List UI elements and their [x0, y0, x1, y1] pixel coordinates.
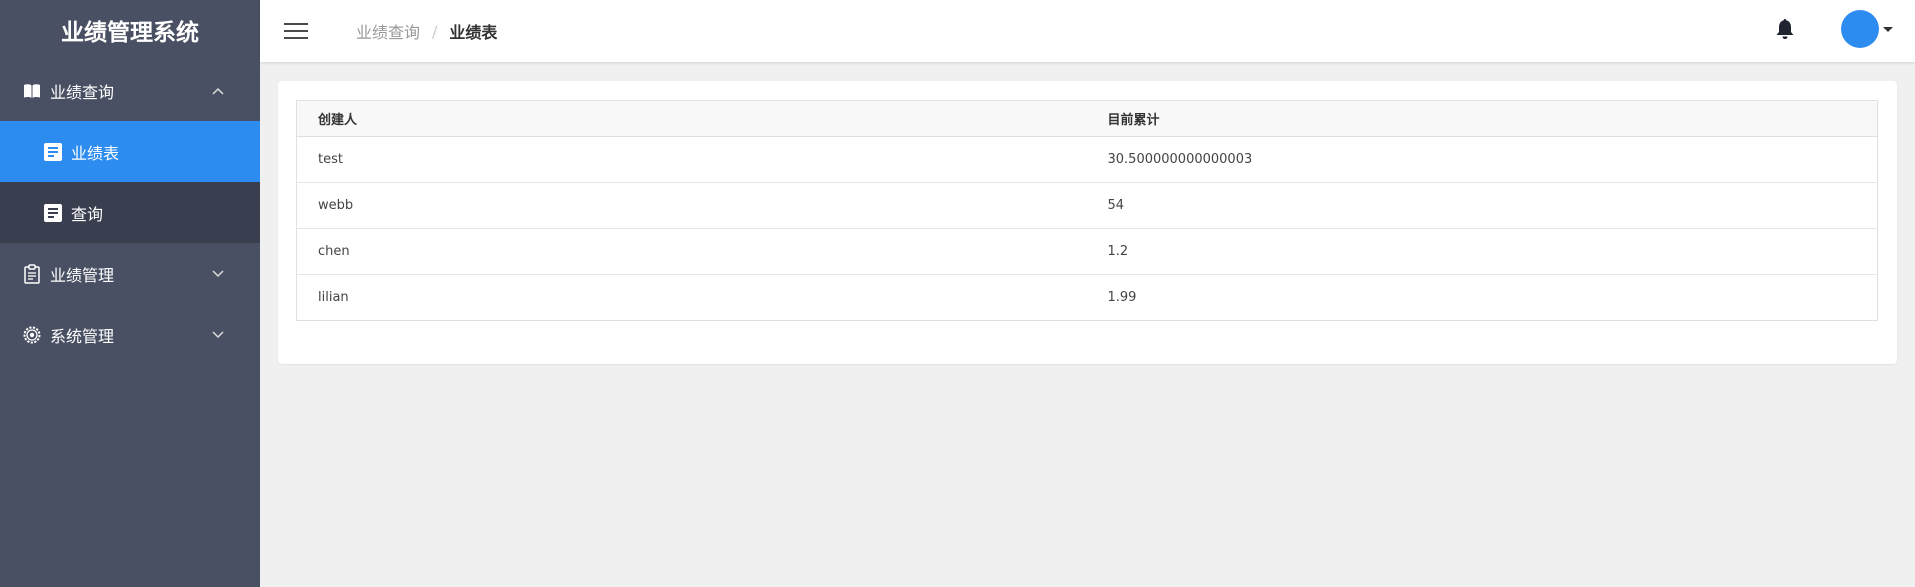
cell-creator: lilian: [318, 290, 349, 305]
breadcrumb-parent[interactable]: 业绩查询: [356, 19, 420, 43]
menu-toggle-icon[interactable]: [284, 21, 308, 41]
chevron-up-icon: [212, 85, 224, 97]
bell-icon[interactable]: [1773, 17, 1797, 41]
sidebar-group-performance-query[interactable]: 业绩查询: [0, 60, 260, 121]
sidebar-item-label: 查询: [71, 204, 104, 224]
sidebar-group-label: 系统管理: [50, 326, 115, 346]
document-icon: [43, 203, 63, 223]
sidebar-group-system-management[interactable]: 系统管理: [0, 304, 260, 365]
submenu-performance-query: 业绩表 查询: [0, 121, 260, 243]
cell-cumulative: 54: [1086, 182, 1878, 229]
sidebar-group-label: 业绩查询: [50, 82, 115, 102]
book-icon: [22, 81, 42, 101]
sidebar-group-label: 业绩管理: [50, 265, 115, 285]
sidebar: 业绩管理系统 业绩查询 业绩表 查询 业绩管理 系统管理: [0, 0, 260, 587]
breadcrumb: 业绩查询 / 业绩表: [356, 19, 497, 43]
breadcrumb-current: 业绩表: [449, 23, 498, 42]
column-header-creator: 创建人: [296, 100, 1087, 137]
user-menu[interactable]: [1841, 10, 1893, 48]
chevron-down-icon: [212, 329, 224, 341]
chevron-down-icon: [212, 268, 224, 280]
caret-down-icon: [1883, 26, 1893, 32]
sidebar-group-performance-management[interactable]: 业绩管理: [0, 243, 260, 304]
cell-cumulative: 1.2: [1086, 228, 1878, 275]
table-row: webb 54: [296, 182, 1878, 229]
gear-icon: [22, 325, 42, 345]
table-row: lilian 1.99: [297, 275, 1878, 321]
table-row: chen 1.2: [296, 228, 1878, 275]
performance-table: 创建人 目前累计 test 30.500000000000003 webb 54…: [296, 100, 1878, 321]
app-title: 业绩管理系统: [61, 20, 199, 46]
sidebar-item-label: 业绩表: [71, 143, 120, 163]
sidebar-item-query[interactable]: 查询: [0, 182, 260, 243]
top-header: 业绩查询 / 业绩表: [260, 0, 1915, 62]
content-card: 创建人 目前累计 test 30.500000000000003 webb 54…: [278, 81, 1897, 364]
breadcrumb-separator: /: [432, 21, 438, 41]
document-icon: [43, 142, 63, 162]
clipboard-icon: [22, 263, 42, 284]
cell-cumulative: 1.99: [1107, 290, 1137, 305]
table-row: test 30.500000000000003: [296, 136, 1878, 183]
cell-creator: test: [296, 136, 1087, 183]
cell-creator: chen: [296, 228, 1087, 275]
table-header-row: 创建人 目前累计: [296, 100, 1878, 137]
cell-cumulative: 30.500000000000003: [1086, 136, 1878, 183]
avatar[interactable]: [1841, 10, 1879, 48]
column-header-cumulative: 目前累计: [1086, 100, 1878, 137]
sidebar-item-performance-table[interactable]: 业绩表: [0, 121, 260, 182]
cell-creator: webb: [296, 182, 1087, 229]
